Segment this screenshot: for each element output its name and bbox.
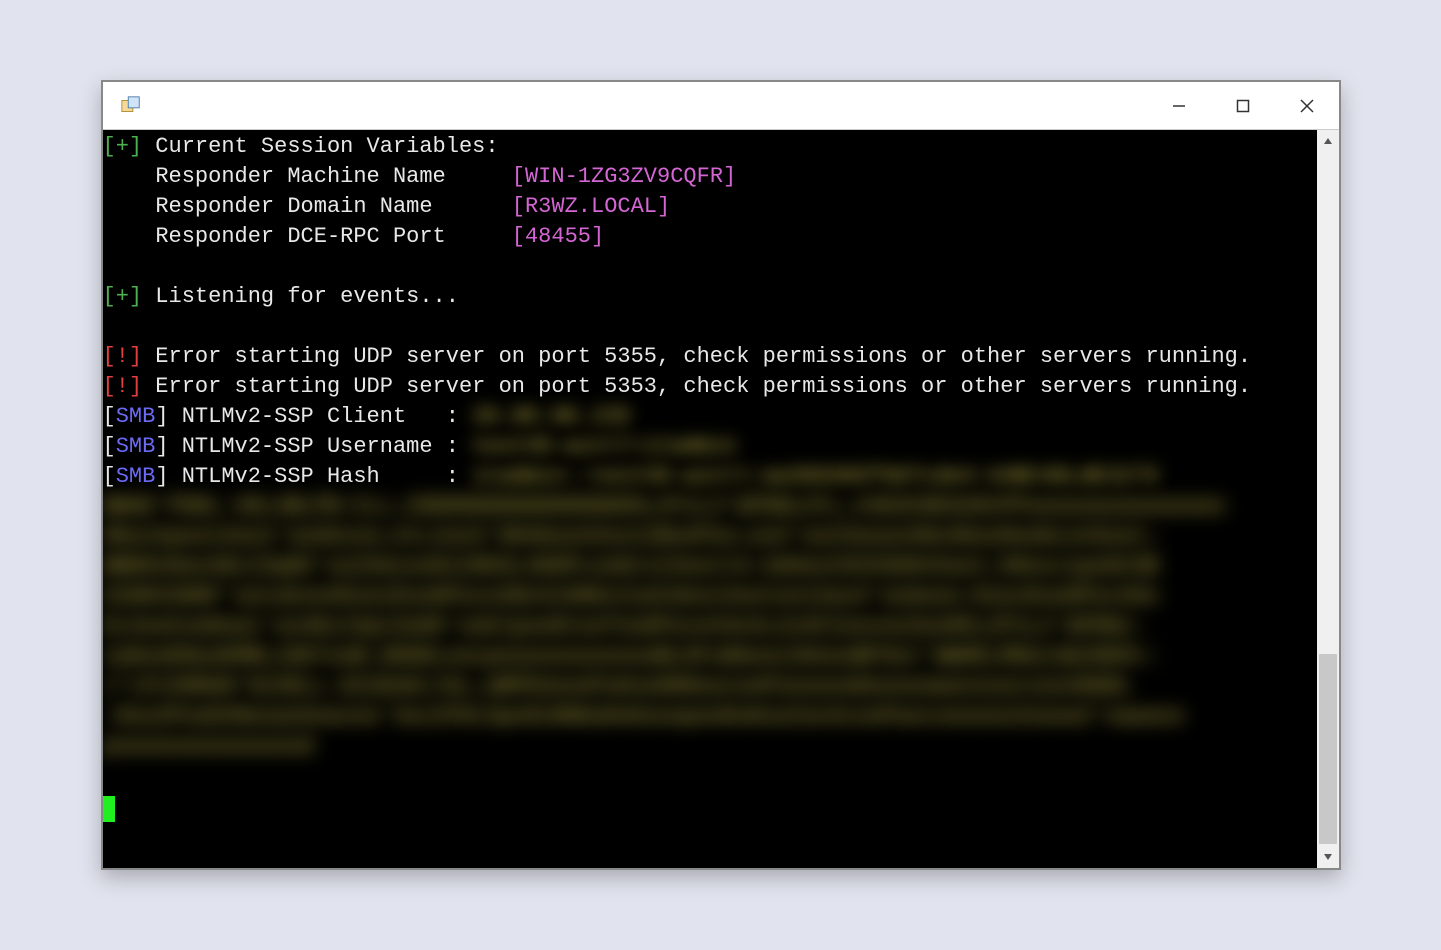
terminal-window: [+] Current Session Variables: Responder… xyxy=(101,80,1341,870)
scroll-up-button[interactable] xyxy=(1317,130,1339,152)
error-1: Error starting UDP server on port 5355, … xyxy=(142,344,1251,369)
error-prefix: [!] xyxy=(103,344,143,369)
session-header: Current Session Variables: xyxy=(142,134,498,159)
port-value: [48455] xyxy=(512,224,604,249)
app-icon xyxy=(119,94,143,118)
domain-value: [R3WZ.LOCAL] xyxy=(512,194,670,219)
smb-bracket-open: [ xyxy=(103,434,116,459)
close-button[interactable] xyxy=(1275,82,1339,130)
terminal-output[interactable]: [+] Current Session Variables: Responder… xyxy=(103,130,1317,868)
scrollbar-track[interactable] xyxy=(1317,152,1339,846)
smb-tag: SMB xyxy=(116,404,156,429)
error-2: Error starting UDP server on port 5353, … xyxy=(142,374,1251,399)
smb-bracket-open: [ xyxy=(103,464,116,489)
vertical-scrollbar[interactable] xyxy=(1317,130,1339,868)
smb-tag: SMB xyxy=(116,464,156,489)
terminal-cursor xyxy=(103,796,115,822)
smb-bracket-close: ] xyxy=(155,404,168,429)
smb-hash-redacted: itadmin::testVD-winll:aa369365f9d7cde4:4… xyxy=(472,464,1159,489)
listening-text: Listening for events... xyxy=(142,284,459,309)
machine-value: [WIN-1ZG3ZV9CQFR] xyxy=(512,164,736,189)
smb-username-label: NTLMv2-SSP Username : xyxy=(169,434,473,459)
plus-prefix: [+] xyxy=(103,284,143,309)
smb-hash-label: NTLMv2-SSP Hash : xyxy=(169,464,473,489)
window-controls xyxy=(1147,82,1339,130)
scrollbar-thumb[interactable] xyxy=(1319,654,1337,844)
port-label: Responder DCE-RPC Port xyxy=(103,224,512,249)
titlebar[interactable] xyxy=(103,82,1339,130)
scroll-down-button[interactable] xyxy=(1317,846,1339,868)
hash-block-redacted: BBAE'PDNL:4DL4BLPB:CLL;20000000000000000… xyxy=(103,492,1317,762)
smb-client-redacted: 20.80.88.235 xyxy=(472,404,630,429)
smb-bracket-close: ] xyxy=(155,434,168,459)
smb-bracket-close: ] xyxy=(155,464,168,489)
domain-label: Responder Domain Name xyxy=(103,194,512,219)
smb-tag: SMB xyxy=(116,434,156,459)
smb-client-label: NTLMv2-SSP Client : xyxy=(169,404,473,429)
machine-label: Responder Machine Name xyxy=(103,164,512,189)
plus-prefix: [+] xyxy=(103,134,143,159)
smb-username-redacted: testVD-winll\itadmin xyxy=(472,434,736,459)
minimize-button[interactable] xyxy=(1147,82,1211,130)
maximize-button[interactable] xyxy=(1211,82,1275,130)
error-prefix: [!] xyxy=(103,374,143,399)
smb-bracket-open: [ xyxy=(103,404,116,429)
